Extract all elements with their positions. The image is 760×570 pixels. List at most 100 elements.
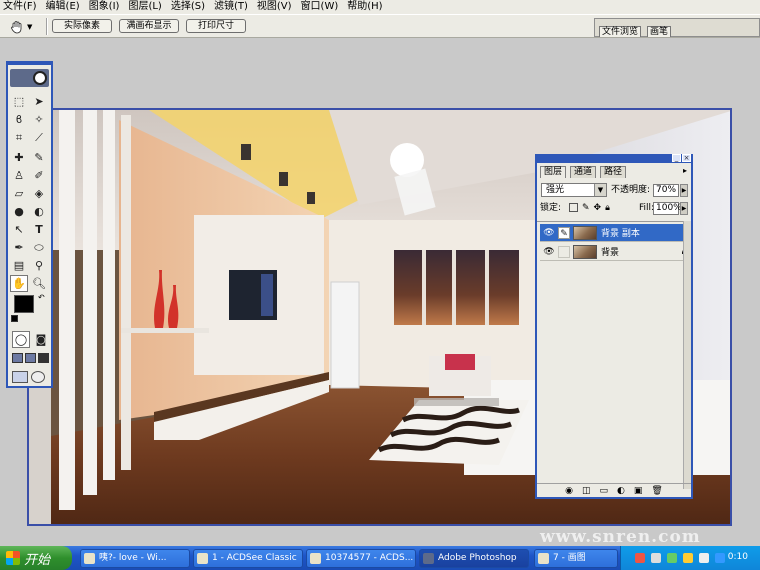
layer-row-background-copy[interactable]: 👁︎ ✎ 背景 副本 xyxy=(540,224,689,242)
clone-stamp-icon[interactable]: ♙ xyxy=(10,167,28,184)
palette-menu-arrow-icon[interactable]: ▸ xyxy=(683,166,687,175)
tray-network-icon[interactable] xyxy=(667,553,677,563)
dodge-tool-icon[interactable]: ◐ xyxy=(30,203,48,220)
add-mask-icon[interactable]: ◫ xyxy=(582,486,591,496)
eraser-tool-icon[interactable]: ▱ xyxy=(10,185,28,202)
menu-window[interactable]: 窗口(W) xyxy=(301,0,339,14)
adjustment-layer-icon[interactable]: ◐ xyxy=(617,486,625,496)
task-label: Adobe Photoshop xyxy=(438,553,517,563)
fill-input[interactable]: 100% xyxy=(653,202,682,215)
screen-mode-menu-icon[interactable] xyxy=(25,353,36,363)
photoshop-logo[interactable] xyxy=(10,69,49,87)
blend-mode-value: 强光 xyxy=(546,185,565,195)
visibility-eye-icon[interactable]: 👁︎ xyxy=(543,246,555,258)
tab-layers[interactable]: 图层 xyxy=(540,166,567,178)
crop-tool-icon[interactable]: ⌗ xyxy=(10,129,28,146)
eyedropper-icon[interactable]: ⚲ xyxy=(30,257,48,274)
pen-tool-icon[interactable]: ✒ xyxy=(10,239,28,256)
fit-on-screen-button[interactable]: 满画布显示 xyxy=(119,19,179,33)
task-acdsee[interactable]: 1 - ACDSee Classic xyxy=(193,549,303,568)
taskbar: 开始 咦?- love - Wi... 1 - ACDSee Classic 1… xyxy=(0,546,760,570)
layers-scrollbar[interactable] xyxy=(683,221,691,489)
tray-messenger-icon[interactable] xyxy=(683,553,693,563)
opacity-input[interactable]: 70% xyxy=(653,184,679,197)
move-tool-icon[interactable]: ➤ xyxy=(30,93,48,110)
path-select-icon[interactable]: ↖ xyxy=(10,221,28,238)
acdsee-icon xyxy=(310,553,321,564)
task-photoshop[interactable]: Adobe Photoshop xyxy=(419,549,529,568)
menu-help[interactable]: 帮助(H) xyxy=(347,0,382,14)
task-paint[interactable]: 7 - 画图 xyxy=(534,549,618,568)
healing-brush-icon[interactable]: ✚ xyxy=(10,149,28,166)
paint-bucket-icon[interactable]: ◈ xyxy=(30,185,48,202)
system-tray: 0:10 xyxy=(620,546,760,570)
history-brush-icon[interactable]: ✐ xyxy=(30,167,48,184)
magic-wand-icon[interactable]: ✧ xyxy=(30,111,48,128)
brush-link-icon[interactable]: ✎ xyxy=(558,226,570,239)
tab-paths[interactable]: 路径 xyxy=(600,166,627,178)
type-tool-icon[interactable]: T xyxy=(30,221,48,238)
site-watermark: www.snren.com xyxy=(540,527,701,547)
brush-tool-icon[interactable]: ✎ xyxy=(30,149,48,166)
new-layer-icon[interactable]: ▣ xyxy=(634,486,643,496)
visibility-eye-icon[interactable]: 👁︎ xyxy=(543,227,555,239)
layers-palette-footer: ◉ ◫ ▭ ◐ ▣ 🗑︎ xyxy=(537,483,691,497)
slice-tool-icon[interactable]: ⟋ xyxy=(30,129,48,146)
shape-tool-icon[interactable]: ⬭ xyxy=(30,239,48,256)
layer-name: 背景 副本 xyxy=(601,229,640,239)
blur-tool-icon[interactable]: ● xyxy=(10,203,28,220)
menu-edit[interactable]: 编辑(E) xyxy=(46,0,80,14)
toolbox-palette[interactable]: ⬚ ➤ ϐ ✧ ⌗ ⟋ ✚ ✎ ♙ ✐ ▱ ◈ ● ◐ ↖ T ✒ ⬭ ▤ ⚲ … xyxy=(6,61,53,388)
actual-pixels-button[interactable]: 实际像素 xyxy=(52,19,112,33)
blend-mode-select[interactable]: 强光 ▼ xyxy=(541,183,607,197)
layer-row-background[interactable]: 👁︎ 背景 🔒︎ xyxy=(540,243,689,261)
swap-colors-icon[interactable]: ↶ xyxy=(38,293,45,302)
zoom-tool-icon[interactable]: 🔍︎ xyxy=(30,275,48,292)
fill-slider-arrow-icon[interactable]: ▶ xyxy=(680,202,688,215)
lock-transparency-icon[interactable] xyxy=(569,203,578,212)
tray-volume-icon[interactable] xyxy=(699,553,709,563)
jump-to-imageready[interactable] xyxy=(12,371,45,383)
tray-qq-icon[interactable] xyxy=(715,553,725,563)
menu-layer[interactable]: 图层(L) xyxy=(128,0,161,14)
tab-channels[interactable]: 通道 xyxy=(570,166,597,178)
task-acdsee-2[interactable]: 10374577 - ACDS... xyxy=(306,549,416,568)
close-icon[interactable]: × xyxy=(682,154,691,162)
tray-security-icon[interactable] xyxy=(635,553,645,563)
marquee-tool-icon[interactable]: ⬚ xyxy=(10,93,28,110)
lasso-tool-icon[interactable]: ϐ xyxy=(10,111,28,128)
layers-palette[interactable]: _ × 图层 通道 路径 ▸ 强光 ▼ 不透明度: 70% ▶ 锁定: ✎ ✥ 🔒… xyxy=(535,154,693,499)
default-colors-icon[interactable] xyxy=(11,315,18,322)
standard-mode-icon[interactable]: ◯ xyxy=(12,331,30,348)
menu-image[interactable]: 图象(I) xyxy=(89,0,120,14)
layer-style-icon[interactable]: ◉ xyxy=(565,486,573,496)
menu-filter[interactable]: 滤镜(T) xyxy=(214,0,248,14)
tab-file-browser[interactable]: 文件浏览 xyxy=(599,26,642,37)
menu-file[interactable]: 文件(F) xyxy=(3,0,37,14)
quick-mask-icon[interactable]: ◙ xyxy=(32,331,50,348)
lock-image-icon[interactable]: ✎ xyxy=(582,203,590,213)
task-browser[interactable]: 咦?- love - Wi... xyxy=(80,549,190,568)
hand-tool-icon[interactable]: ✋ xyxy=(10,275,28,292)
lock-position-icon[interactable]: ✥ xyxy=(594,203,602,213)
screen-mode-full-icon[interactable] xyxy=(38,353,49,363)
notes-tool-icon[interactable]: ▤ xyxy=(10,257,28,274)
menu-select[interactable]: 选择(S) xyxy=(171,0,205,14)
print-size-button[interactable]: 打印尺寸 xyxy=(186,19,246,33)
chevron-down-icon: ▼ xyxy=(594,184,606,196)
link-slot[interactable] xyxy=(558,245,570,258)
tray-help-icon[interactable] xyxy=(651,553,661,563)
screen-mode-standard-icon[interactable] xyxy=(12,353,23,363)
palette-window-buttons: _ × xyxy=(672,154,691,162)
new-set-icon[interactable]: ▭ xyxy=(600,486,609,496)
trash-icon[interactable]: 🗑︎ xyxy=(651,486,662,496)
minimize-icon[interactable]: _ xyxy=(672,154,681,162)
lock-all-icon[interactable]: 🔒︎ xyxy=(605,203,610,213)
start-button[interactable]: 开始 xyxy=(0,546,72,570)
tool-preset-picker[interactable]: ▼ xyxy=(10,18,40,35)
browser-icon xyxy=(84,553,95,564)
menu-view[interactable]: 视图(V) xyxy=(257,0,292,14)
tab-brushes[interactable]: 画笔 xyxy=(647,26,672,37)
foreground-color-swatch[interactable] xyxy=(14,295,34,313)
opacity-slider-arrow-icon[interactable]: ▶ xyxy=(680,184,688,197)
